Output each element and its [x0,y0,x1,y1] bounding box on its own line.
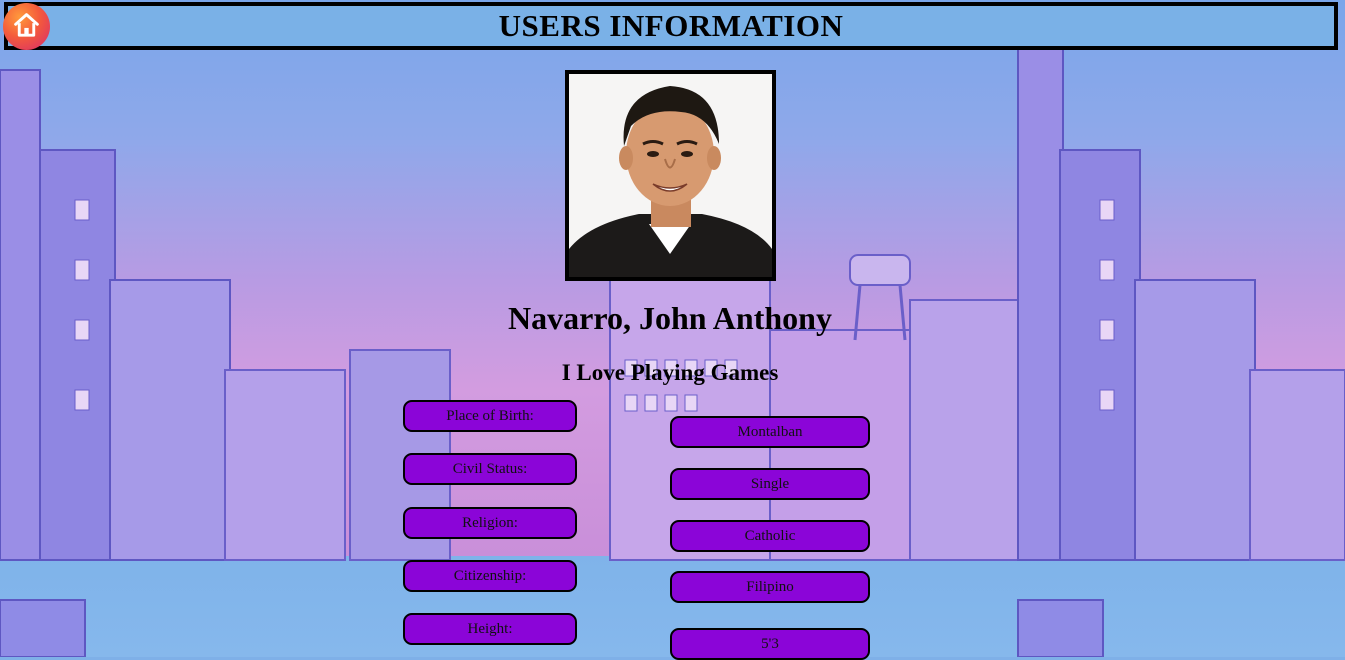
value-place-of-birth: Montalban [670,416,870,448]
profile-photo [565,70,776,281]
label-civil-status: Civil Status: [403,453,577,485]
label-citizenship: Citizenship: [403,560,577,592]
label-height: Height: [403,613,577,645]
home-button[interactable] [3,3,50,50]
page-header: USERS INFORMATION [4,2,1338,50]
value-civil-status: Single [670,468,870,500]
user-motto: I Love Playing Games [561,360,779,385]
value-religion: Catholic [670,520,870,552]
page-title: USERS INFORMATION [498,8,844,43]
value-height: 5'3 [670,628,870,660]
value-citizenship: Filipino [670,571,870,603]
profile-photo-illustration [569,74,772,277]
label-religion: Religion: [403,507,577,539]
user-name: Navarro, John Anthony [508,300,832,336]
label-place-of-birth: Place of Birth: [403,400,577,432]
home-icon [14,13,39,37]
